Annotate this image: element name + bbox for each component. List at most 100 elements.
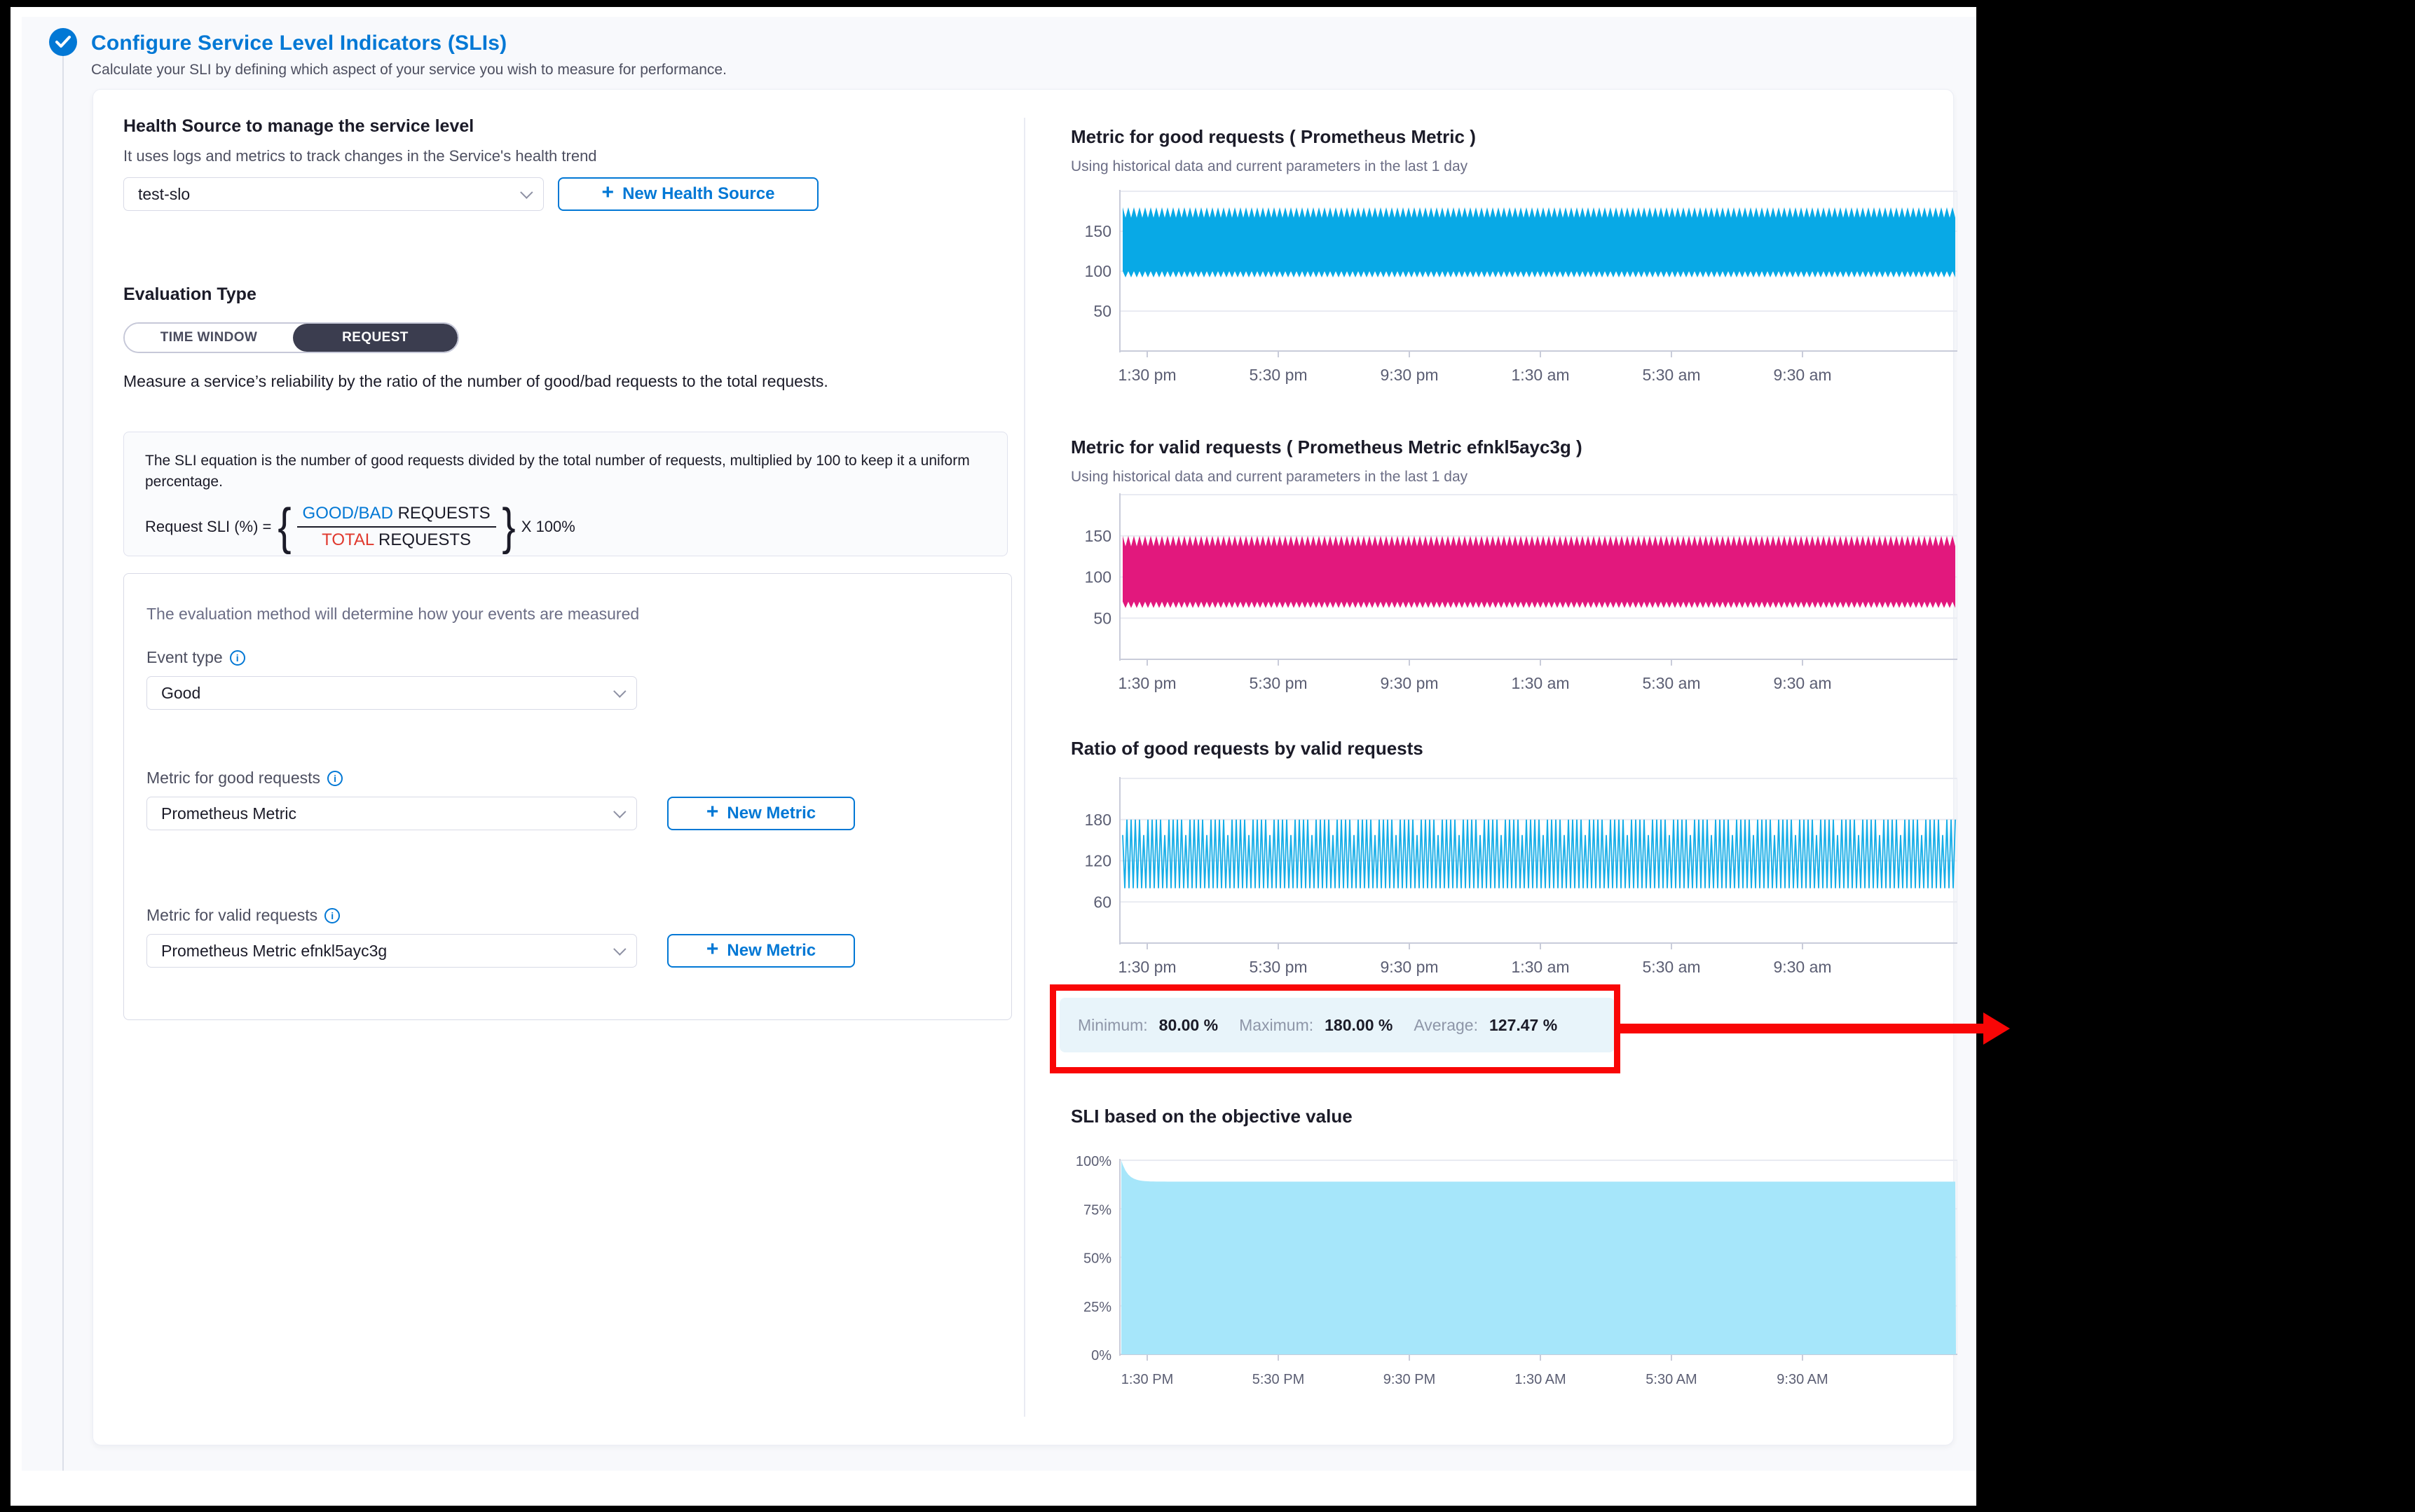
equation-lhs: Request SLI (%) =	[145, 518, 271, 536]
x-axis-label: 5:30 PM	[1252, 1372, 1304, 1387]
health-source-select-value: test-slo	[138, 185, 190, 204]
sli-card: Health Source to manage the service leve…	[93, 89, 1954, 1445]
column-divider	[1024, 118, 1025, 1417]
x-axis-label: 9:30 am	[1773, 366, 1831, 384]
toggle-option-request[interactable]: REQUEST	[293, 324, 458, 352]
y-axis-label: 100	[1085, 262, 1111, 280]
x-axis-label: 5:30 pm	[1249, 674, 1307, 692]
x-axis-label: 5:30 pm	[1249, 366, 1307, 384]
chart-good-requests: 150100501:30 pm5:30 pm9:30 pm1:30 am5:30…	[1073, 184, 1957, 388]
info-icon[interactable]: i	[327, 771, 343, 786]
x-axis-label: 1:30 AM	[1514, 1372, 1566, 1387]
new-good-metric-button[interactable]: + New Metric	[667, 797, 855, 830]
evaluation-type-toggle: TIME WINDOW REQUEST	[123, 322, 459, 353]
event-type-select[interactable]: Good	[146, 676, 637, 710]
annotation-arrow-head-icon	[1983, 1012, 2010, 1045]
series-area	[1121, 1160, 1956, 1354]
chevron-down-icon	[613, 685, 626, 697]
x-axis-label: 5:30 pm	[1249, 958, 1307, 976]
y-axis-label: 75%	[1083, 1202, 1111, 1218]
y-axis-label: 50	[1093, 302, 1111, 320]
chart-ratio-title: Ratio of good requests by valid requests	[1071, 738, 1423, 760]
event-type-value: Good	[161, 684, 200, 703]
new-valid-metric-button[interactable]: + New Metric	[667, 934, 855, 968]
plus-icon: +	[602, 182, 615, 203]
chart-valid-requests: 150 100 50 1:30 pm 5:30 pm 9:30 pm 1:30 am 5:30…	[1073, 489, 1957, 694]
good-metric-label: Metric for good requests i	[146, 769, 343, 788]
x-axis-label: 5:30 AM	[1646, 1372, 1697, 1387]
y-axis-label: 50	[1093, 609, 1111, 627]
health-source-label: Health Source to manage the service leve…	[123, 116, 474, 137]
x-axis-label: 5:30 am	[1642, 958, 1700, 976]
sli-equation-note: The SLI equation is the number of good r…	[145, 451, 986, 493]
numerator-highlight: GOOD/BAD	[303, 504, 393, 523]
x-axis-label: 9:30 AM	[1777, 1372, 1828, 1387]
info-icon[interactable]: i	[324, 908, 340, 923]
chart-valid-requests-subtitle: Using historical data and current parame…	[1071, 469, 1468, 486]
y-axis-label: 60	[1093, 893, 1111, 911]
page-subtitle: Calculate your SLI by defining which asp…	[91, 62, 727, 78]
request-description: Measure a service’s reliability by the r…	[123, 370, 985, 393]
step-complete-check-icon	[49, 28, 77, 56]
y-axis-label: 150	[1085, 222, 1111, 240]
sli-equation-box: The SLI equation is the number of good r…	[123, 432, 1008, 556]
chart-ratio: 180 120 60 1:30 pm 5:30 pm 9:30 pm 1:30 am 5:30…	[1073, 775, 1957, 978]
good-metric-select[interactable]: Prometheus Metric	[146, 797, 637, 830]
event-type-label: Event type i	[146, 648, 245, 667]
x-axis-label: 5:30 am	[1642, 366, 1700, 384]
series-band	[1123, 536, 1955, 608]
y-axis-label: 25%	[1083, 1300, 1111, 1315]
x-axis-label: 1:30 PM	[1121, 1372, 1173, 1387]
valid-metric-value: Prometheus Metric efnkl5ayc3g	[161, 942, 387, 961]
x-axis-label: 1:30 am	[1511, 674, 1569, 692]
toggle-option-time-window[interactable]: TIME WINDOW	[125, 324, 293, 352]
chart-good-requests-title: Metric for good requests ( Prometheus Me…	[1071, 126, 1476, 148]
series-zigzag	[1123, 820, 1955, 888]
valid-metric-select[interactable]: Prometheus Metric efnkl5ayc3g	[146, 934, 637, 968]
chevron-down-icon	[520, 186, 533, 198]
y-axis-label: 100	[1085, 568, 1111, 586]
x-axis-label: 1:30 pm	[1118, 958, 1176, 976]
annotation-rectangle	[1050, 984, 1620, 1073]
x-axis-label: 1:30 pm	[1118, 674, 1176, 692]
y-axis-label: 50%	[1083, 1251, 1111, 1267]
evaluation-method-box: The evaluation method will determine how…	[123, 573, 1012, 1020]
x-axis-label: 5:30 am	[1642, 674, 1700, 692]
x-axis-label: 9:30 pm	[1380, 674, 1438, 692]
denominator-highlight: TOTAL	[322, 530, 374, 549]
chart-sli-title: SLI based on the objective value	[1071, 1106, 1353, 1127]
equation-fraction: GOOD/BAD REQUESTS TOTAL REQUESTS	[297, 504, 496, 550]
series-band	[1123, 207, 1955, 277]
x-axis-label: 1:30 am	[1511, 958, 1569, 976]
annotation-arrow-shaft	[1620, 1024, 1983, 1033]
screenshot-stage: Configure Service Level Indicators (SLIs…	[0, 0, 2415, 1512]
sli-equation: Request SLI (%) = { GOOD/BAD REQUESTS TO…	[145, 504, 986, 550]
chevron-down-icon	[613, 805, 626, 818]
y-axis-label: 0%	[1091, 1348, 1111, 1363]
y-axis-label: 100%	[1076, 1154, 1111, 1169]
x-axis-label: 9:30 am	[1773, 674, 1831, 692]
chart-valid-requests-title: Metric for valid requests ( Prometheus M…	[1071, 437, 1582, 458]
x-axis-label: 1:30 pm	[1118, 366, 1176, 384]
equation-rhs: X 100%	[521, 518, 575, 536]
numerator-rest: REQUESTS	[393, 504, 491, 523]
chart-sli-objective: 100% 75% 50% 25% 0% 1:30 PM 5:30 PM 9:30 PM 1:30…	[1073, 1146, 1957, 1391]
y-axis-label: 120	[1085, 852, 1111, 870]
sli-config-panel: Configure Service Level Indicators (SLIs…	[22, 17, 1976, 1471]
info-icon[interactable]: i	[230, 650, 245, 666]
evaluation-type-label: Evaluation Type	[123, 284, 256, 305]
plus-icon: +	[706, 939, 719, 960]
app-page: Configure Service Level Indicators (SLIs…	[11, 7, 1976, 1506]
plus-icon: +	[706, 802, 719, 823]
evaluation-method-note: The evaluation method will determine how…	[146, 605, 639, 624]
x-axis-label: 9:30 pm	[1380, 366, 1438, 384]
health-source-select[interactable]: test-slo	[123, 177, 544, 211]
x-axis-label: 9:30 pm	[1380, 958, 1438, 976]
x-axis-label: 9:30 am	[1773, 958, 1831, 976]
valid-metric-label: Metric for valid requests i	[146, 906, 340, 925]
y-axis-label: 150	[1085, 527, 1111, 545]
y-axis-label: 180	[1085, 811, 1111, 829]
new-health-source-button[interactable]: + New Health Source	[558, 177, 819, 211]
chart-good-requests-subtitle: Using historical data and current parame…	[1071, 158, 1468, 175]
x-axis-label: 9:30 PM	[1383, 1372, 1435, 1387]
